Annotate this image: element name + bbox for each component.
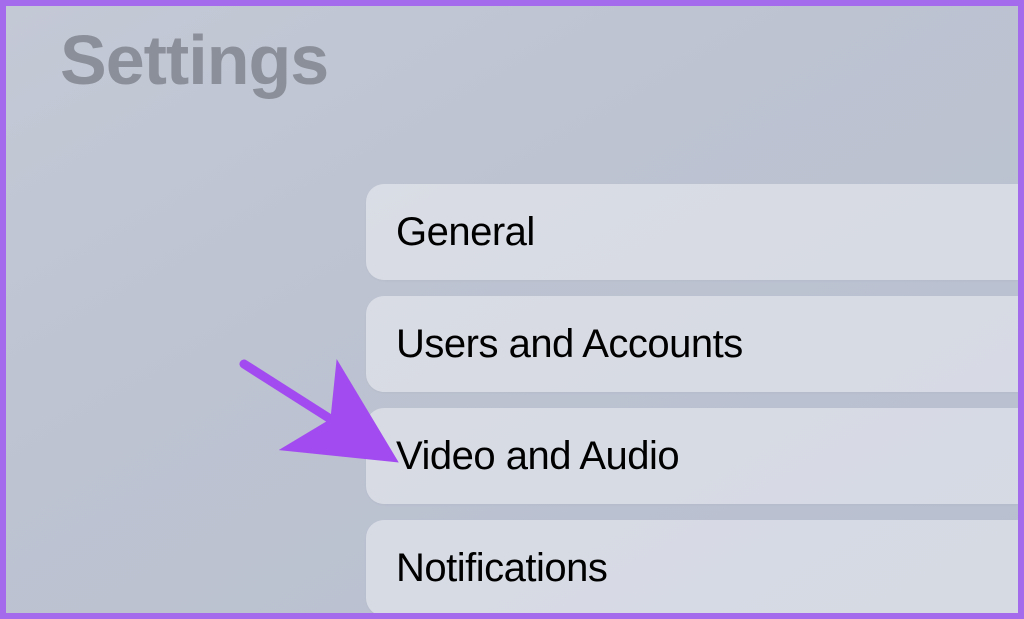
menu-item-users-accounts[interactable]: Users and Accounts bbox=[366, 296, 1018, 392]
menu-item-label: Notifications bbox=[396, 546, 607, 591]
menu-item-label: Video and Audio bbox=[396, 434, 679, 479]
settings-screen: Settings General Users and Accounts Vide… bbox=[6, 6, 1018, 613]
menu-item-label: Users and Accounts bbox=[396, 322, 743, 367]
menu-item-general[interactable]: General bbox=[366, 184, 1018, 280]
menu-item-notifications[interactable]: Notifications bbox=[366, 520, 1018, 613]
menu-item-label: General bbox=[396, 210, 535, 255]
settings-menu: General Users and Accounts Video and Aud… bbox=[366, 184, 1018, 613]
page-title: Settings bbox=[60, 20, 328, 100]
menu-item-video-audio[interactable]: Video and Audio bbox=[366, 408, 1018, 504]
